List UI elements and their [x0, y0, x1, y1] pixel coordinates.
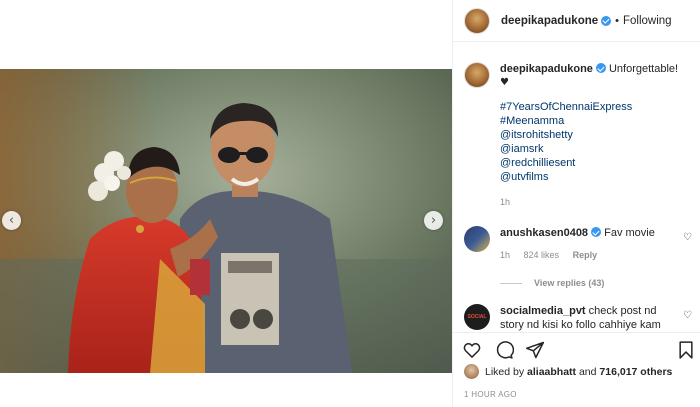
- comment-like-heart-icon[interactable]: ♡: [683, 310, 692, 321]
- caption-author-username[interactable]: deepikapadukone: [500, 63, 593, 75]
- post-side-panel: deepikapadukone • Following deepikapaduk…: [452, 0, 700, 407]
- caption-timestamp[interactable]: 1h: [500, 195, 678, 209]
- caption-text: Unforgettable!: [608, 63, 679, 75]
- following-button[interactable]: Following: [623, 15, 672, 27]
- comments-section[interactable]: deepikapadukone Unforgettable! ♥ #7Years…: [453, 42, 700, 332]
- liker-username[interactable]: aliaabhatt: [527, 366, 576, 378]
- bookmark-icon[interactable]: [676, 340, 696, 360]
- caption-heart-emoji: ♥: [500, 77, 509, 88]
- hashtag-link[interactable]: #7YearsOfChennaiExpress: [500, 100, 678, 114]
- author-username[interactable]: deepikapadukone: [501, 15, 598, 27]
- commenter-avatar[interactable]: SOCIAL: [464, 304, 490, 330]
- liker-avatar[interactable]: [464, 364, 479, 379]
- comment-likes[interactable]: 824 likes: [524, 250, 560, 260]
- likes-summary: Liked by aliaabhatt and 716,017 others: [464, 364, 672, 379]
- verified-badge-icon: [601, 15, 612, 26]
- carousel-prev-button[interactable]: ‹: [2, 211, 21, 230]
- hashtag-link[interactable]: #Meenamma: [500, 114, 678, 128]
- likes-prefix: Liked by: [485, 365, 525, 378]
- comment-meta: 1h 824 likes Reply: [500, 248, 675, 262]
- post-photo[interactable]: [0, 69, 452, 373]
- commenter-avatar-logo: SOCIAL: [467, 314, 487, 320]
- comment-item: anushkasen0408 Fav movie 1h 824 likes Re…: [464, 226, 696, 262]
- heart-icon[interactable]: [462, 340, 482, 360]
- comment-icon[interactable]: [494, 340, 514, 360]
- verified-badge-icon: [591, 227, 602, 237]
- likes-joiner: and: [578, 365, 597, 378]
- mention-link[interactable]: @utvfilms: [500, 170, 678, 184]
- chevron-right-icon: ›: [430, 213, 437, 228]
- comment-time[interactable]: 1h: [500, 250, 510, 260]
- verified-badge-icon: [595, 63, 606, 73]
- post-actions-bar: [453, 332, 700, 364]
- mention-link[interactable]: @iamsrk: [500, 142, 678, 156]
- comment-body: anushkasen0408 Fav movie 1h 824 likes Re…: [500, 226, 675, 262]
- caption-tags: #7YearsOfChennaiExpress #Meenamma @itsro…: [500, 100, 678, 184]
- post-media-area: ‹ ›: [0, 0, 452, 407]
- author-avatar[interactable]: [464, 7, 490, 34]
- mention-link[interactable]: @redchilliesent: [500, 156, 678, 170]
- reply-button[interactable]: Reply: [573, 250, 598, 260]
- carousel-next-button[interactable]: ›: [424, 211, 443, 230]
- commenter-avatar[interactable]: [464, 226, 490, 252]
- caption-author-avatar[interactable]: [464, 62, 490, 88]
- commenter-username[interactable]: socialmedia_pvt: [500, 305, 586, 317]
- photo-illustration: [0, 69, 452, 373]
- comment-text: Fav movie: [604, 227, 655, 239]
- chevron-left-icon: ‹: [8, 213, 15, 228]
- comment-item: SOCIAL socialmedia_pvt check post nd sto…: [464, 304, 696, 332]
- caption-body: deepikapadukone Unforgettable! ♥ #7Years…: [500, 62, 678, 209]
- likes-others-link[interactable]: 716,017 others: [599, 366, 672, 378]
- post-caption: deepikapadukone Unforgettable! ♥ #7Years…: [464, 62, 694, 209]
- mention-link[interactable]: @itsrohitshetty: [500, 128, 678, 142]
- header-dot-separator: •: [615, 14, 619, 27]
- post-header: deepikapadukone • Following: [453, 0, 700, 42]
- comment-body: socialmedia_pvt check post nd story nd k…: [500, 304, 675, 332]
- commenter-username[interactable]: anushkasen0408: [500, 227, 588, 239]
- comment-like-heart-icon[interactable]: ♡: [683, 232, 692, 243]
- post-timestamp[interactable]: 1 HOUR AGO: [464, 390, 517, 399]
- share-icon[interactable]: [525, 340, 545, 360]
- view-replies-button[interactable]: View replies (43): [500, 278, 604, 288]
